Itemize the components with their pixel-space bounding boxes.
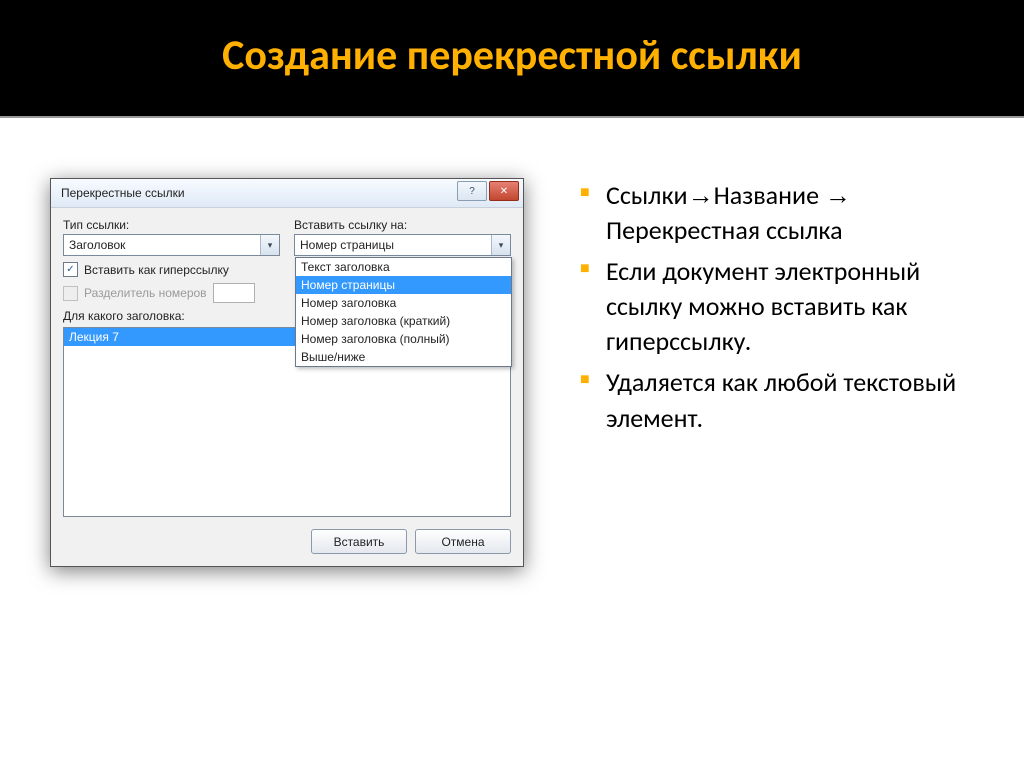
insert-on-label: Вставить ссылку на:	[294, 218, 511, 232]
option-above-below[interactable]: Выше/ниже	[296, 348, 511, 366]
insert-on-dropdown[interactable]: Текст заголовка Номер страницы Номер заг…	[295, 257, 512, 367]
option-heading-number-short[interactable]: Номер заголовка (краткий)	[296, 312, 511, 330]
insert-on-combo[interactable]: Номер страницы Текст заголовка Номер стр…	[294, 234, 511, 256]
number-sep-field	[213, 283, 255, 303]
type-combo[interactable]: Заголовок	[63, 234, 280, 256]
type-combo-button[interactable]	[260, 235, 279, 255]
option-page-number[interactable]: Номер страницы	[296, 276, 511, 294]
close-button[interactable]: ✕	[489, 181, 519, 201]
for-heading-label: Для какого заголовка:	[63, 309, 280, 323]
dialog-screenshot: Перекрестные ссылки ? ✕ Тип ссылки: Заго…	[50, 178, 540, 567]
cancel-button[interactable]: Отмена	[415, 529, 511, 554]
insert-on-combo-button[interactable]	[491, 235, 510, 255]
option-text[interactable]: Текст заголовка	[296, 258, 511, 276]
arrow-icon: →	[825, 180, 851, 210]
hyperlink-checkbox[interactable]: ✓	[63, 262, 78, 277]
cross-reference-dialog: Перекрестные ссылки ? ✕ Тип ссылки: Заго…	[50, 178, 524, 567]
insert-on-combo-value: Номер страницы	[300, 238, 394, 252]
option-heading-number-full[interactable]: Номер заголовка (полный)	[296, 330, 511, 348]
slide-title: Создание перекрестной ссылки	[0, 0, 1024, 118]
dialog-titlebar[interactable]: Перекрестные ссылки ? ✕	[51, 179, 523, 208]
type-label: Тип ссылки:	[63, 218, 280, 232]
option-heading-number[interactable]: Номер заголовка	[296, 294, 511, 312]
arrow-icon: →	[688, 180, 714, 210]
bullet-item: Ссылки→Название → Перекрестная ссылка	[580, 178, 984, 248]
bullet-list: Ссылки→Название → Перекрестная ссылка Ес…	[580, 178, 984, 436]
number-sep-checkbox	[63, 286, 78, 301]
type-combo-value: Заголовок	[69, 238, 125, 252]
bullet-item: Если документ электронный ссылку можно в…	[580, 254, 984, 359]
slide-content: Перекрестные ссылки ? ✕ Тип ссылки: Заго…	[0, 118, 1024, 607]
help-button[interactable]: ?	[457, 181, 487, 201]
insert-button[interactable]: Вставить	[311, 529, 407, 554]
dialog-title: Перекрестные ссылки	[61, 186, 185, 200]
hyperlink-label: Вставить как гиперссылку	[84, 263, 229, 277]
bullet-item: Удаляется как любой текстовый элемент.	[580, 365, 984, 435]
number-sep-label: Разделитель номеров	[84, 286, 207, 300]
